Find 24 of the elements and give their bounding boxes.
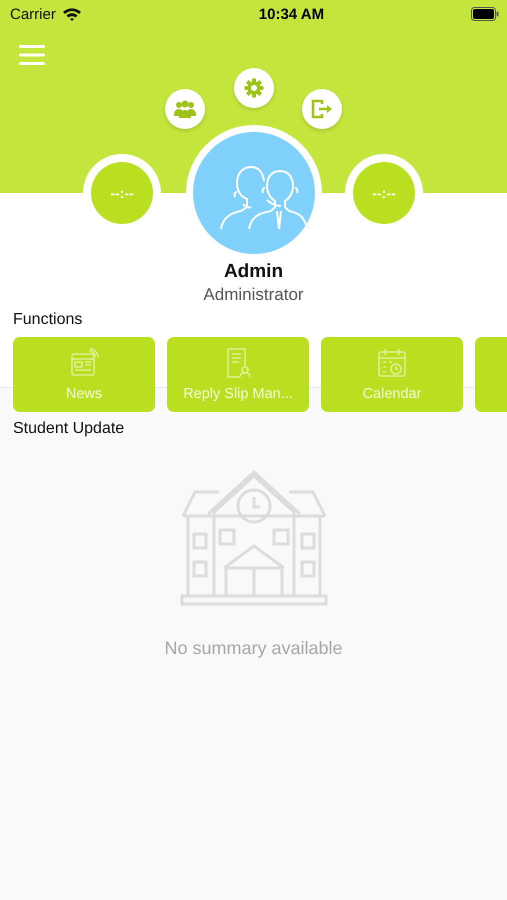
people-icon xyxy=(174,100,196,118)
newspaper-icon xyxy=(69,348,99,378)
settings-button[interactable] xyxy=(234,68,274,108)
logout-button[interactable] xyxy=(302,89,342,129)
clock-time: 10:34 AM xyxy=(258,6,324,22)
wifi-icon xyxy=(62,7,82,21)
carrier-label: Carrier xyxy=(10,6,56,22)
logout-icon xyxy=(311,99,333,119)
section-title: Student Update xyxy=(13,420,124,438)
menu-icon xyxy=(19,44,45,66)
timer-badge: --:-- xyxy=(91,162,153,224)
calendar-clock-icon xyxy=(377,348,407,378)
timer-badge: --:-- xyxy=(353,162,415,224)
battery-icon xyxy=(471,7,499,21)
function-card[interactable]: Reply Slip Man... xyxy=(167,337,309,412)
section-title: Functions xyxy=(13,311,82,329)
settings-icon xyxy=(244,78,264,98)
function-card[interactable]: Calendar xyxy=(321,337,463,412)
menu-button[interactable] xyxy=(19,44,45,66)
function-card[interactable]: News xyxy=(13,337,155,412)
user-role: Administrator xyxy=(203,285,304,305)
empty-message: No summary available xyxy=(164,638,343,659)
group-button[interactable] xyxy=(165,89,205,129)
user-name: Admin xyxy=(224,261,284,283)
